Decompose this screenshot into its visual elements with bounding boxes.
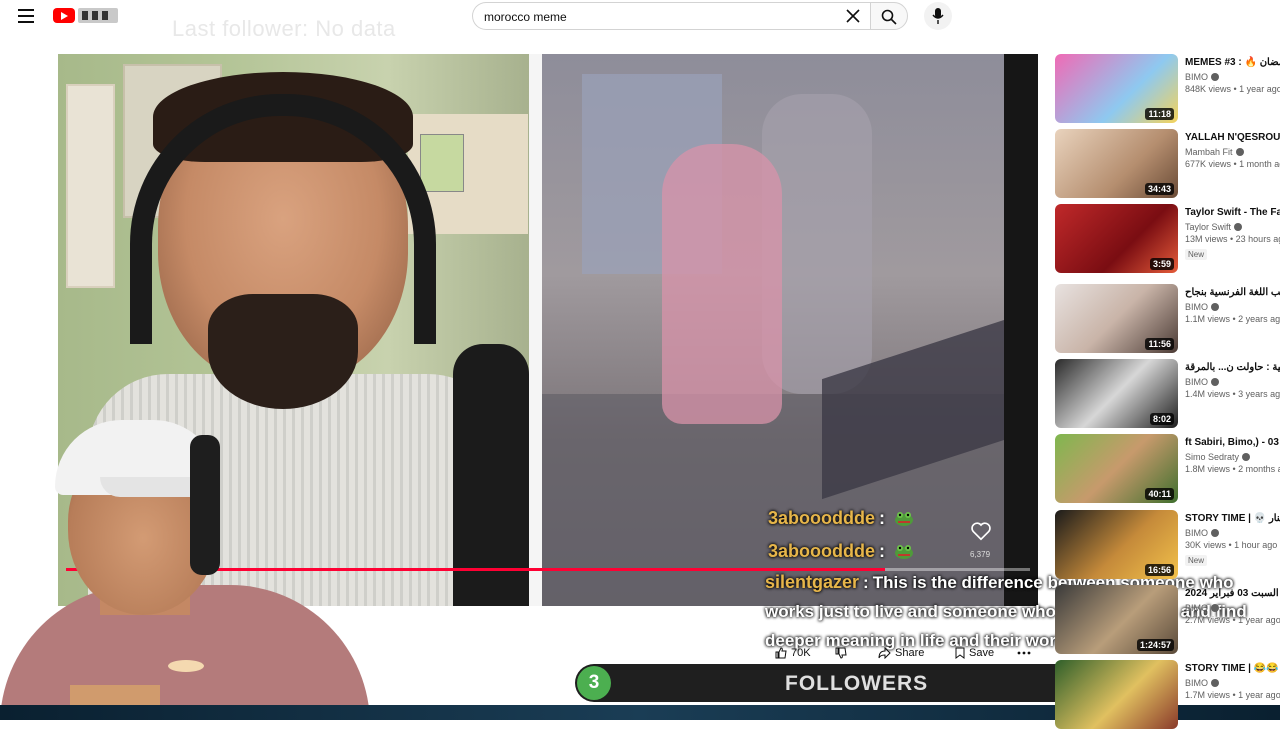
- channel-name[interactable]: Mambah Fit: [1185, 147, 1233, 157]
- video-title[interactable]: ft Sabiri, Bimo,) - 03 (Marouane: [1185, 436, 1280, 450]
- microphone: [453, 344, 529, 606]
- like-button[interactable]: 70K: [775, 647, 811, 659]
- duration-badge: 11:56: [1145, 338, 1174, 350]
- recommendation-item[interactable]: 11:56 تم تعذيب اللغة الفرنسية بنجاح BIMO 1…: [1055, 284, 1280, 354]
- follower-count: 3: [577, 666, 611, 700]
- verified-icon: [1211, 73, 1220, 81]
- video-thumbnail[interactable]: 3:59: [1055, 204, 1178, 273]
- channel-name[interactable]: BIMO: [1185, 603, 1208, 613]
- save-label: Save: [969, 647, 995, 659]
- more-actions-button[interactable]: [1017, 647, 1031, 659]
- verified-icon: [1242, 453, 1251, 461]
- video-thumbnail[interactable]: 16:56: [1055, 510, 1178, 579]
- frog-emote-icon: [895, 512, 914, 526]
- duration-badge: 16:56: [1144, 564, 1174, 576]
- channel-name[interactable]: Taylor Swift: [1185, 222, 1231, 232]
- more-icon: [1017, 651, 1031, 655]
- channel-name[interactable]: BIMO: [1185, 72, 1208, 82]
- shirt-logo: [168, 660, 204, 672]
- bookmark-icon: [955, 647, 965, 659]
- last-follower-overlay: Last follower: No data: [172, 16, 396, 41]
- voice-search-button[interactable]: [924, 2, 952, 30]
- headset: [190, 435, 220, 575]
- video-title[interactable]: MEMES #3 : 🔥 قطر = رمضان: [1185, 56, 1280, 70]
- video-meta: 1.7M views • 1 year ago: [1185, 690, 1280, 700]
- thumbs-down-icon: [835, 647, 847, 659]
- duration-badge: 1:24:57: [1136, 639, 1174, 651]
- search-icon: [881, 9, 897, 25]
- save-button[interactable]: Save: [955, 647, 994, 659]
- video-thumbnail[interactable]: 11:56: [1055, 284, 1178, 353]
- channel-name[interactable]: BIMO: [1185, 528, 1208, 538]
- video-meta: 1.4M views • 3 years ago: [1185, 389, 1280, 399]
- recommendation-item[interactable]: 11:18 MEMES #3 : 🔥 قطر = رمضان BIMO 848K v…: [1055, 54, 1280, 124]
- goal-label: FOLLOWERS: [785, 672, 929, 695]
- verified-icon: [1211, 604, 1220, 612]
- duration-badge: 40:11: [1145, 488, 1174, 500]
- new-badge: New: [1185, 249, 1208, 260]
- video-title[interactable]: Taylor Swift - The Fate of Ophelia (Offi…: [1185, 206, 1280, 220]
- recommendation-item[interactable]: 16:56 STORY TIME | 💀 النار BIMO 30K views …: [1055, 510, 1280, 580]
- new-badge: New: [1185, 555, 1208, 566]
- chat-username: silentgazer: [765, 572, 860, 592]
- verified-icon: [1211, 529, 1220, 537]
- streamer-facecam: [0, 415, 370, 720]
- verified-icon: [1235, 148, 1244, 156]
- duration-badge: 34:43: [1144, 183, 1174, 195]
- recommendation-item[interactable]: 1:24:57 2024 السبت 03 فبراير BIMO 2.7M vie…: [1055, 585, 1280, 655]
- video-thumbnail[interactable]: 1:24:57: [1055, 585, 1178, 654]
- chat-username: 3aboooddde: [768, 541, 875, 561]
- video-thumbnail[interactable]: 40:11: [1055, 434, 1178, 503]
- video-meta: 677K views • 1 month ago: [1185, 159, 1280, 169]
- share-label: Share: [895, 647, 925, 659]
- video-meta: 848K views • 1 year ago: [1185, 84, 1280, 94]
- video-title[interactable]: ليلية : حاولت ن... بالمرقة !: [1185, 361, 1280, 375]
- duration-badge: 3:59: [1149, 258, 1174, 270]
- top-bar: Last follower: No data morocco meme: [0, 0, 1280, 41]
- microphone-icon: [932, 8, 944, 24]
- video-title[interactable]: STORY TIME | 😂😂: [1185, 662, 1280, 676]
- recommendation-item[interactable]: 3:59 Taylor Swift - The Fate of Ophelia …: [1055, 204, 1280, 274]
- verified-icon: [1211, 378, 1220, 386]
- video-thumbnail[interactable]: 11:18: [1055, 54, 1178, 123]
- frog-emote-icon: [895, 545, 914, 559]
- verified-icon: [1234, 223, 1243, 231]
- video-meta: 1.8M views • 2 months a: [1185, 464, 1280, 474]
- video-meta: 1.1M views • 2 years ago: [1185, 314, 1280, 324]
- video-meta: 2.7M views • 1 year ago: [1185, 615, 1280, 625]
- chat-username: 3aboooddde: [768, 508, 875, 528]
- search-button[interactable]: [870, 2, 908, 30]
- channel-name[interactable]: BIMO: [1185, 377, 1208, 387]
- video-thumbnail[interactable]: 34:43: [1055, 129, 1178, 198]
- clear-icon[interactable]: [846, 9, 860, 23]
- video-thumbnail[interactable]: [1055, 660, 1178, 729]
- search-input[interactable]: morocco meme: [472, 2, 870, 30]
- duration-badge: 8:02: [1149, 413, 1174, 425]
- video-thumbnail[interactable]: 8:02: [1055, 359, 1178, 428]
- share-button[interactable]: Share: [878, 647, 924, 659]
- search-query[interactable]: morocco meme: [484, 10, 567, 24]
- video-title[interactable]: 2024 السبت 03 فبراير: [1185, 587, 1280, 601]
- brand-logo[interactable]: [78, 8, 118, 23]
- duration-badge: 11:18: [1145, 108, 1174, 120]
- recommendation-item[interactable]: 8:02 ليلية : حاولت ن... بالمرقة ! BIMO 1.4…: [1055, 359, 1280, 429]
- video-meta: 13M views • 23 hours ago: [1185, 234, 1280, 244]
- menu-icon[interactable]: [18, 9, 34, 23]
- video-title[interactable]: YALLAH N'QESROU 🇲🇦 (Kawtar Bamo, Milfay: [1185, 131, 1280, 145]
- dislike-button[interactable]: [835, 647, 847, 659]
- channel-name[interactable]: BIMO: [1185, 678, 1208, 688]
- video-meta: 30K views • 1 hour ago: [1185, 540, 1278, 550]
- channel-name[interactable]: BIMO: [1185, 302, 1208, 312]
- recommendation-item[interactable]: 34:43 YALLAH N'QESROU 🇲🇦 (Kawtar Bamo, M…: [1055, 129, 1280, 199]
- video-title[interactable]: تم تعذيب اللغة الفرنسية بنجاح: [1185, 286, 1280, 300]
- thumbs-up-icon: [775, 647, 787, 659]
- recommendation-item[interactable]: 40:11 ft Sabiri, Bimo,) - 03 (Marouane Si…: [1055, 434, 1280, 504]
- like-count: 70K: [791, 647, 811, 659]
- verified-icon: [1211, 303, 1220, 311]
- youtube-logo-icon[interactable]: [53, 8, 75, 23]
- share-icon: [878, 647, 891, 659]
- channel-name[interactable]: Simo Sedraty: [1185, 452, 1239, 462]
- video-title[interactable]: STORY TIME | 💀 النار: [1185, 512, 1280, 526]
- verified-icon: [1211, 679, 1220, 687]
